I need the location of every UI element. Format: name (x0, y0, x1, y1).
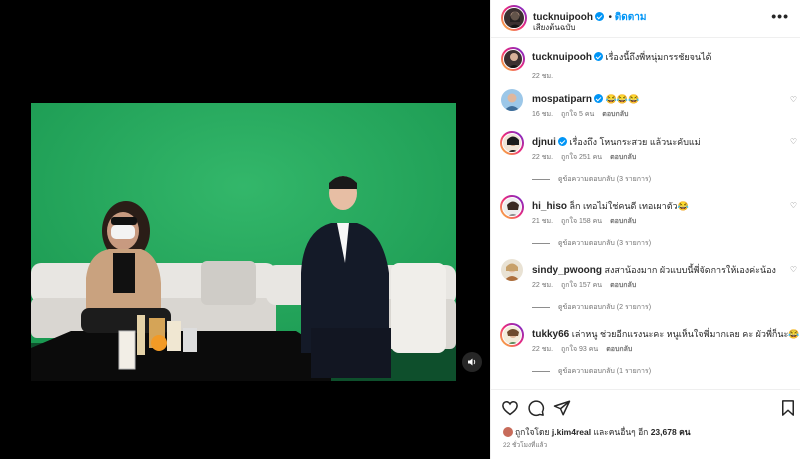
reply-button[interactable]: ตอบกลับ (610, 282, 636, 289)
comment-item: sindy_pwoong สงสาน้องมาก ผัวแบบนี้พี่จัด… (491, 259, 800, 319)
comment-item: mospatiparn 😂😂😂 16 ชม. ถูกใจ 5 คน ตอบกลับ … (491, 89, 800, 129)
view-replies-button[interactable]: ดูข้อความตอบกลับ (2 รายการ) (532, 302, 651, 313)
liker-avatar (503, 427, 513, 437)
verified-icon (595, 12, 604, 21)
likes-mid: และคนอื่นๆ อีก (593, 427, 649, 437)
view-replies-button[interactable]: ดูข้อความตอบกลับ (3 รายการ) (532, 238, 651, 249)
media-viewer (0, 0, 490, 459)
audio-label[interactable]: เสียงต้นฉบับ (533, 21, 575, 34)
reply-button[interactable]: ตอบกลับ (610, 154, 636, 161)
view-replies-line (532, 370, 550, 372)
mute-button[interactable] (462, 352, 482, 372)
post-header: tucknuipooh • ติดตาม เสียงต้นฉบับ ••• (491, 0, 800, 38)
caption-username[interactable]: tucknuipooh (532, 52, 592, 63)
reply-button[interactable]: ตอบกลับ (606, 346, 632, 353)
view-replies-button[interactable]: ดูข้อความตอบกลับ (3 รายการ) (532, 174, 651, 185)
view-replies-line (532, 242, 550, 244)
author-avatar[interactable] (501, 5, 527, 31)
comment-username[interactable]: tukky66 (532, 329, 569, 340)
comment-text: 😂😂😂 (605, 94, 640, 104)
comment-username[interactable]: hi_hiso (532, 201, 567, 212)
comment-username[interactable]: sindy_pwoong (532, 265, 602, 276)
comments-list[interactable]: tucknuipooh เรื่องนี้ถึงพี่หนุ่มกรรชัยจน… (491, 39, 800, 389)
comment-time: 22 ชม. (532, 346, 554, 353)
mute-icon (468, 358, 476, 366)
commenter-avatar[interactable] (501, 89, 523, 111)
view-replies-line (532, 178, 550, 180)
commenter-avatar[interactable] (500, 195, 524, 219)
comment-likes[interactable]: ถูกใจ 251 คน (561, 154, 602, 161)
verified-icon (557, 137, 567, 146)
heart-icon[interactable]: ♡ (790, 329, 797, 338)
heart-icon[interactable]: ♡ (790, 265, 797, 274)
likes-prefix: ถูกใจโดย (515, 427, 550, 437)
likes-count[interactable]: 23,678 คน (651, 427, 691, 437)
heart-icon[interactable]: ♡ (790, 201, 797, 210)
comment-text: สงสาน้องมาก ผัวแบบนี้พี่จัดการให้เองค่ะน… (604, 265, 776, 275)
likes-summary[interactable]: ถูกใจโดย j.kim4real และคนอื่นๆ อีก 23,67… (503, 425, 691, 439)
post-video[interactable] (31, 103, 456, 381)
comment-likes[interactable]: ถูกใจ 93 คน (561, 346, 598, 353)
follow-button[interactable]: ติดตาม (615, 12, 647, 23)
view-replies-label[interactable]: ดูข้อความตอบกลับ (3 รายการ) (558, 176, 651, 183)
commenter-avatar[interactable] (501, 259, 523, 281)
reply-button[interactable]: ตอบกลับ (610, 218, 636, 225)
comment-time: 22 ชม. (532, 282, 554, 289)
view-replies-label[interactable]: ดูข้อความตอบกลับ (1 รายการ) (558, 368, 651, 375)
share-icon[interactable] (553, 399, 571, 417)
view-replies-button[interactable]: ดูข้อความตอบกลับ (1 รายการ) (532, 366, 651, 377)
author-avatar-small[interactable] (501, 47, 525, 71)
caption-text: เรื่องนี้ถึงพี่หนุ่มกรรชัยจนได้ (605, 52, 712, 62)
reply-button[interactable]: ตอบกลับ (602, 111, 628, 118)
comment-time: 21 ชม. (532, 218, 554, 225)
comment-likes[interactable]: ถูกใจ 5 คน (561, 111, 594, 118)
view-replies-label[interactable]: ดูข้อความตอบกลับ (2 รายการ) (558, 304, 651, 311)
view-replies-label[interactable]: ดูข้อความตอบกลับ (3 รายการ) (558, 240, 651, 247)
comment-icon[interactable] (527, 399, 545, 417)
comment-likes[interactable]: ถูกใจ 157 คน (561, 282, 602, 289)
comment-time: 22 ชม. (532, 154, 554, 161)
comment-username[interactable]: djnui (532, 137, 556, 148)
comment-username[interactable]: mospatiparn (532, 94, 592, 105)
comment-item: tukky66 เล่าหนู ช่วยอีกแรงนะคะ หนูเห็นใจ… (491, 323, 800, 383)
caption-time: 22 ชม. (532, 73, 554, 80)
more-icon[interactable]: ••• (771, 8, 789, 24)
verified-icon (594, 52, 603, 61)
verified-icon (594, 94, 604, 103)
heart-icon[interactable] (501, 399, 519, 417)
liked-by-user[interactable]: j.kim4real (552, 427, 591, 437)
post-time: 22 ชั่วโมงที่แล้ว (503, 442, 548, 449)
commenter-avatar[interactable] (500, 131, 524, 155)
post-panel: tucknuipooh • ติดตาม เสียงต้นฉบับ ••• tu… (490, 0, 800, 459)
heart-icon[interactable]: ♡ (790, 95, 797, 104)
comment-text: เล่าหนู ช่วยอีกแรงนะคะ หนูเห็นใจพี่มากเล… (571, 329, 800, 339)
comment-time: 16 ชม. (532, 111, 554, 118)
post-caption: tucknuipooh เรื่องนี้ถึงพี่หนุ่มกรรชัยจน… (491, 47, 800, 83)
view-replies-line (532, 306, 550, 308)
comment-text: ล็ก เทอไม่ใช่คนดี เทอเผาตัว😂 (569, 201, 689, 211)
heart-icon[interactable]: ♡ (790, 137, 797, 146)
comment-item: djnui เรื่องถึง โหนกระสวย แล้วนะคับแม่ 2… (491, 131, 800, 191)
video-frame (31, 103, 456, 381)
comment-text: เรื่องถึง โหนกระสวย แล้วนะคับแม่ (569, 137, 701, 147)
bookmark-icon[interactable] (779, 399, 797, 417)
comment-item: hi_hiso ล็ก เทอไม่ใช่คนดี เทอเผาตัว😂 21 … (491, 195, 800, 255)
comment-likes[interactable]: ถูกใจ 158 คน (561, 218, 602, 225)
commenter-avatar[interactable] (500, 323, 524, 347)
